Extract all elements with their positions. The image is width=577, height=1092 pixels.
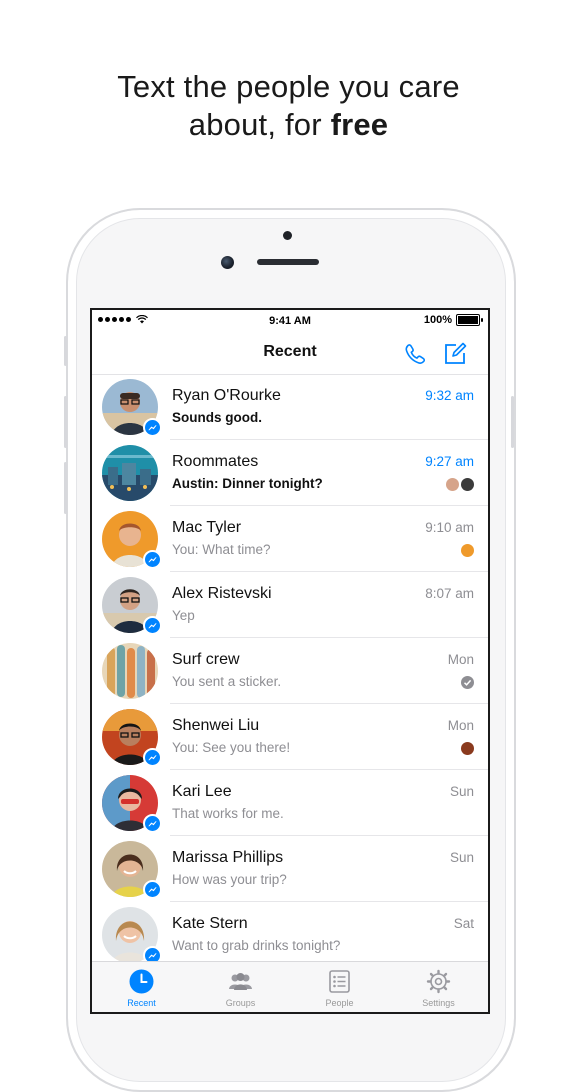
conversation-row[interactable]: Marissa Phillips How was your trip? Sun [92,836,488,902]
read-receipts [446,478,474,491]
read-receipts [461,742,474,755]
messenger-badge-icon [143,550,162,569]
message-preview: Want to grab drinks tonight? [172,938,341,953]
front-camera [221,256,234,269]
people-list-icon [329,970,350,993]
battery-icon [456,314,483,326]
contact-name: Surf crew [172,651,240,668]
message-time: Mon [447,652,474,667]
conversation-row[interactable]: Kari Lee That works for me. Sun [92,770,488,836]
read-receipts [461,544,474,557]
compose-icon[interactable] [442,341,468,367]
contact-name: Alex Ristevski [172,585,272,602]
contact-name: Shenwei Liu [172,717,260,734]
message-preview: That works for me. [172,806,284,821]
battery-percent: 100% [423,314,452,326]
contact-name: Marissa Phillips [172,849,284,866]
headline-line-1: Text the people you care [117,69,460,104]
volume-down-button [64,462,67,514]
contact-name: Ryan O'Rourke [172,387,281,404]
groups-icon [229,973,252,990]
group-avatar [102,643,158,699]
tab-people[interactable]: People [290,962,389,1012]
message-preview: You: What time? [172,542,271,557]
conversation-row[interactable]: Roommates Austin: Dinner tonight? 9:27 a… [92,440,488,506]
tab-settings[interactable]: Settings [389,962,488,1012]
tab-bar: Recent Groups People Settings [92,961,488,1012]
message-preview: How was your trip? [172,872,287,887]
message-time: Mon [447,718,474,733]
tab-label: Groups [225,998,256,1008]
marketing-headline: Text the people you care about, for free [0,68,577,144]
conversation-row[interactable]: Ryan O'Rourke Sounds good. 9:32 am [92,374,488,440]
message-time: Sat [453,916,474,931]
headline-line-2: about, for free [188,107,389,142]
side-button [64,336,67,366]
conversation-row[interactable]: Alex Ristevski Yep 8:07 am [92,572,488,638]
messenger-badge-icon [143,748,162,767]
conversation-row[interactable]: Mac Tyler You: What time? 9:10 am [92,506,488,572]
conversation-row[interactable]: Shenwei Liu You: See you there! Mon [92,704,488,770]
messenger-badge-icon [143,880,162,899]
battery-status: 100% [423,314,483,326]
contact-name: Mac Tyler [172,519,242,536]
page-title: Recent [263,343,317,360]
contact-name: Kate Stern [172,915,248,932]
message-time: Sun [449,784,474,799]
message-time: Sun [449,850,474,865]
navigation-bar: Recent [92,332,488,375]
messenger-badge-icon [143,616,162,635]
tab-recent[interactable]: Recent [92,962,191,1012]
read-receipt-avatar [461,544,474,557]
read-receipt-avatar [461,742,474,755]
message-preview: You sent a sticker. [172,674,282,689]
proximity-sensor [283,231,292,240]
tab-label: Recent [127,998,156,1008]
conversation-row[interactable]: Surf crew You sent a sticker. Mon [92,638,488,704]
message-time: 9:27 am [425,454,474,469]
headline-emphasis: free [330,107,389,142]
earpiece-speaker [257,259,319,265]
contact-name: Kari Lee [172,783,232,800]
message-preview: Sounds good. [172,410,262,425]
message-preview: Yep [172,608,195,623]
message-time: 9:32 am [425,388,474,403]
conversation-row[interactable]: Kate Stern Want to grab drinks tonight? … [92,902,488,968]
messenger-badge-icon [143,418,162,437]
gear-icon [426,969,451,994]
message-time: 8:07 am [425,586,474,601]
tab-label: Settings [422,998,455,1008]
read-receipt-avatar [446,478,459,491]
group-avatar [102,445,158,501]
messenger-badge-icon [143,814,162,833]
message-preview: Austin: Dinner tonight? [172,476,323,491]
read-receipt-avatar [461,478,474,491]
message-preview: You: See you there! [172,740,291,755]
power-button [511,396,514,448]
phone-screen: 9:41 AM 100% Recent Ryan O'Rourke Sounds… [90,308,490,1014]
status-bar: 9:41 AM 100% [92,310,488,332]
phone-icon[interactable] [402,341,428,367]
message-time: 9:10 am [425,520,474,535]
tab-label: People [325,998,354,1008]
delivered-check-icon [461,676,474,689]
volume-up-button [64,396,67,448]
contact-name: Roommates [172,453,259,470]
clock-icon [129,969,154,994]
tab-groups[interactable]: Groups [191,962,290,1012]
